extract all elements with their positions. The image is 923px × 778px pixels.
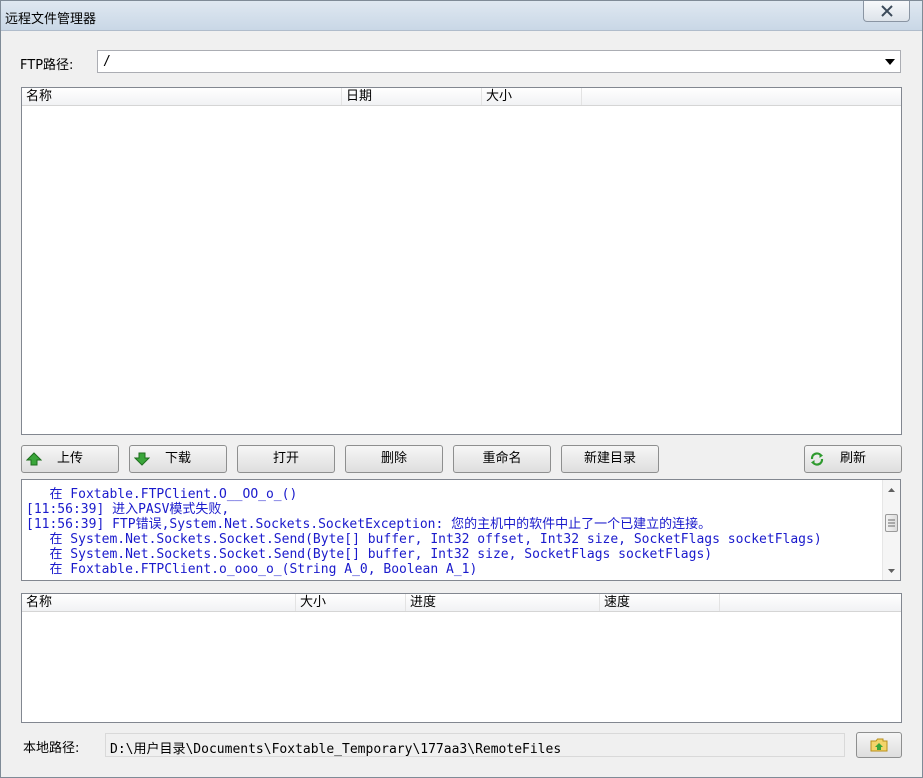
title-bar: 远程文件管理器 — [1, 1, 922, 31]
scroll-thumb[interactable] — [885, 514, 898, 532]
remote-file-list-header: 名称 日期 大小 — [22, 88, 901, 106]
refresh-icon — [810, 452, 824, 466]
log-scrollbar[interactable] — [882, 480, 900, 580]
local-path-field[interactable]: D:\用户目录\Documents\Foxtable_Temporary\177… — [105, 733, 845, 757]
rename-button[interactable]: 重命名 — [453, 445, 551, 473]
delete-label: 删除 — [380, 451, 407, 466]
column-header-name[interactable]: 名称 — [22, 88, 342, 105]
ftp-path-value: / — [103, 54, 111, 69]
column-header-progress[interactable]: 进度 — [406, 594, 600, 611]
ftp-path-combobox[interactable]: / — [97, 50, 901, 73]
remote-file-manager-window: 远程文件管理器 FTP路径: / 名称 日期 大小 上传 下载 打开 删除 重命… — [0, 0, 923, 778]
close-button[interactable] — [863, 1, 910, 22]
new-directory-label: 新建目录 — [583, 451, 636, 466]
transfer-list[interactable]: 名称 大小 进度 速度 — [21, 593, 902, 723]
upload-button[interactable]: 上传 — [21, 445, 119, 473]
delete-button[interactable]: 删除 — [345, 445, 443, 473]
chevron-down-icon[interactable] — [885, 59, 895, 65]
open-local-folder-button[interactable] — [856, 732, 902, 758]
window-title: 远程文件管理器 — [5, 12, 97, 27]
remote-file-list[interactable]: 名称 日期 大小 — [21, 87, 902, 435]
download-button[interactable]: 下载 — [129, 445, 227, 473]
column-header-name[interactable]: 名称 — [22, 594, 296, 611]
local-path-label: 本地路径: — [23, 741, 80, 756]
upload-label: 上传 — [56, 451, 83, 466]
column-header-size[interactable]: 大小 — [296, 594, 406, 611]
close-icon — [880, 5, 893, 17]
folder-icon — [870, 738, 888, 752]
scroll-up-icon[interactable] — [883, 482, 900, 498]
new-directory-button[interactable]: 新建目录 — [561, 445, 659, 473]
column-header-date[interactable]: 日期 — [342, 88, 482, 105]
ftp-path-label: FTP路径: — [20, 58, 74, 73]
log-line: 在 Foxtable.FTPClient.o_ooo_o_(String A_0… — [26, 562, 478, 577]
transfer-list-header: 名称 大小 进度 速度 — [22, 594, 901, 612]
log-textbox[interactable]: 在 Foxtable.FTPClient.O__OO_o_() [11:56:3… — [21, 479, 901, 581]
column-header-speed[interactable]: 速度 — [600, 594, 720, 611]
grip-icon — [888, 519, 895, 527]
scroll-down-icon[interactable] — [883, 563, 900, 579]
local-path-value: D:\用户目录\Documents\Foxtable_Temporary\177… — [110, 742, 562, 757]
column-header-size[interactable]: 大小 — [482, 88, 582, 105]
open-label: 打开 — [272, 451, 299, 466]
refresh-button[interactable]: 刷新 — [804, 445, 902, 473]
open-button[interactable]: 打开 — [237, 445, 335, 473]
download-label: 下载 — [164, 451, 191, 466]
download-icon — [134, 452, 150, 466]
rename-label: 重命名 — [482, 451, 522, 466]
refresh-label: 刷新 — [839, 451, 866, 466]
upload-icon — [26, 452, 42, 466]
